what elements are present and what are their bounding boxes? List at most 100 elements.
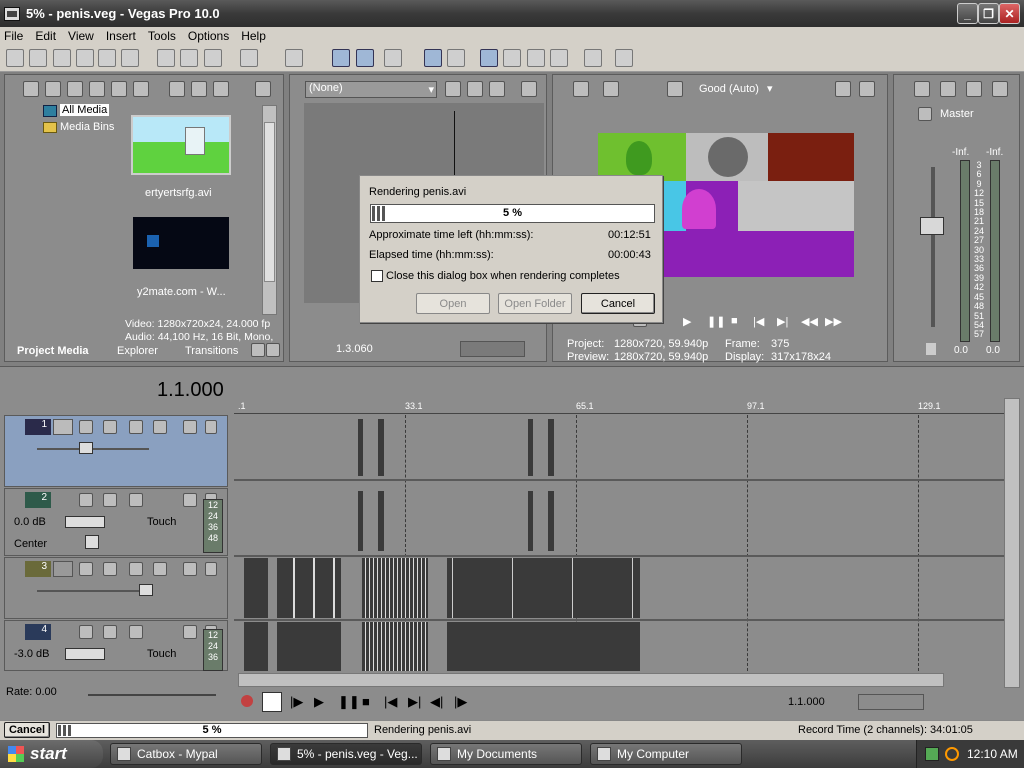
track-3-level-handle[interactable] — [139, 584, 153, 596]
track-3-level-slider[interactable] — [37, 590, 149, 592]
taskbar-item-catbox[interactable]: Catbox - Mypal — [110, 743, 262, 765]
get-media-web-icon[interactable] — [111, 81, 127, 97]
preview-next-frame-icon[interactable]: ▶| — [777, 315, 788, 328]
track-3-motion-icon[interactable] — [79, 562, 93, 576]
track-2-pan-slider[interactable] — [85, 535, 99, 549]
paste-icon[interactable] — [204, 49, 222, 67]
close-button[interactable]: ✕ — [999, 3, 1020, 24]
preview-properties-icon[interactable] — [573, 81, 589, 97]
whats-this-help-icon[interactable] — [615, 49, 633, 67]
preview-pause-icon[interactable]: ❚❚ — [707, 315, 725, 328]
track-3-fx-icon[interactable] — [103, 562, 117, 576]
snap-icon[interactable] — [332, 49, 350, 67]
master-properties-icon[interactable] — [914, 81, 930, 97]
cancel-button[interactable]: Cancel — [581, 293, 655, 314]
media-properties-icon[interactable] — [191, 81, 207, 97]
timeline-horizontal-scrollbar[interactable] — [238, 673, 944, 687]
prev-frame-icon[interactable]: ◀| — [430, 694, 443, 710]
track-4-volume-slider[interactable] — [65, 648, 105, 660]
search-media-icon[interactable] — [133, 81, 149, 97]
trimmer-text-icon[interactable] — [445, 81, 461, 97]
preview-rewind-icon[interactable]: ◀◀ — [801, 315, 818, 328]
auto-crossfade-icon[interactable] — [356, 49, 374, 67]
track-2-fx-icon[interactable] — [129, 493, 143, 507]
extract-audio-icon[interactable] — [89, 81, 105, 97]
tab-explorer[interactable]: Explorer — [117, 345, 158, 357]
restore-button[interactable]: ❐ — [978, 3, 999, 24]
menu-tools[interactable]: Tools — [148, 29, 176, 43]
go-to-end-icon[interactable]: ▶| — [408, 694, 421, 710]
redo-icon[interactable] — [285, 49, 303, 67]
copy-snapshot-icon[interactable] — [835, 81, 851, 97]
track-1-settings-icon[interactable] — [153, 420, 167, 434]
go-to-start-icon[interactable]: |◀ — [384, 694, 397, 710]
tab-transitions[interactable]: Transitions — [185, 345, 238, 357]
close-when-done-checkbox[interactable] — [371, 270, 383, 282]
lock-icon[interactable] — [926, 343, 936, 355]
track-header-2[interactable]: 2 0.0 dB Touch Center 12 24 36 48 — [4, 488, 228, 556]
track-header-4[interactable]: 4 -3.0 dB Touch 12 24 36 — [4, 620, 228, 671]
import-media-icon[interactable] — [23, 81, 39, 97]
preview-prev-frame-icon[interactable]: |◀ — [753, 315, 764, 328]
envelope-tool-icon[interactable] — [503, 49, 521, 67]
cut-icon[interactable] — [157, 49, 175, 67]
trimmer-fx-icon[interactable] — [467, 81, 483, 97]
capture-video-icon[interactable] — [45, 81, 61, 97]
ignore-grouping-icon[interactable] — [447, 49, 465, 67]
track-2-mode[interactable]: Touch — [147, 516, 176, 528]
track-header-1[interactable]: 1 — [4, 415, 228, 487]
master-fader-handle[interactable] — [920, 217, 944, 235]
trimmer-clear-icon[interactable] — [489, 81, 505, 97]
external-monitor-icon[interactable] — [603, 81, 619, 97]
undo-icon[interactable] — [240, 49, 258, 67]
zoom-tool-icon[interactable] — [550, 49, 568, 67]
master-menu-icon[interactable] — [992, 81, 1008, 97]
track-2-invert-icon[interactable] — [103, 493, 117, 507]
play-from-start-icon[interactable]: |▶ — [290, 694, 303, 710]
taskbar-item-my-computer[interactable]: My Computer — [590, 743, 742, 765]
properties-icon[interactable] — [121, 49, 139, 67]
track-4-invert-icon[interactable] — [103, 625, 117, 639]
status-cancel-button[interactable]: Cancel — [4, 722, 50, 738]
preview-quality[interactable]: Good (Auto) — [699, 83, 759, 95]
start-button[interactable]: start — [0, 740, 103, 768]
tab-right-arrow-icon[interactable] — [266, 343, 280, 357]
network-icon[interactable] — [925, 747, 939, 761]
rate-slider[interactable] — [88, 694, 216, 696]
tree-all-media[interactable]: All Media — [60, 104, 110, 116]
normal-edit-tool-icon[interactable] — [480, 49, 498, 67]
track-1-level-slider[interactable] — [37, 448, 149, 450]
timeline-ruler[interactable]: .1 33.1 65.1 97.1 129.1 — [234, 398, 1004, 414]
loop-playback-icon[interactable] — [262, 692, 282, 712]
track-4-mode[interactable]: Touch — [147, 648, 176, 660]
split-screen-icon[interactable] — [667, 81, 683, 97]
tab-project-media[interactable]: Project Media — [17, 345, 89, 357]
open-folder-button[interactable]: Open Folder — [498, 293, 572, 314]
save-as-icon[interactable] — [76, 49, 94, 67]
track-header-3[interactable]: 3 — [4, 557, 228, 619]
track-3-solo-icon[interactable] — [205, 562, 217, 576]
lock-envelopes-icon[interactable] — [424, 49, 442, 67]
record-icon[interactable] — [238, 692, 256, 710]
track-1-composite-icon[interactable] — [129, 420, 143, 434]
auto-ripple-icon[interactable] — [384, 49, 402, 67]
track-3-settings-icon[interactable] — [153, 562, 167, 576]
menu-options[interactable]: Options — [188, 29, 229, 43]
preview-stop-icon[interactable]: ■ — [731, 315, 738, 327]
menu-view[interactable]: View — [68, 29, 94, 43]
tab-left-arrow-icon[interactable] — [251, 343, 265, 357]
play-icon[interactable]: ▶ — [314, 694, 324, 710]
selection-tool-icon[interactable] — [527, 49, 545, 67]
track-3-mute-icon[interactable] — [183, 562, 197, 576]
menu-edit[interactable]: Edit — [35, 29, 56, 43]
copy-icon[interactable] — [180, 49, 198, 67]
open-button[interactable]: Open — [416, 293, 490, 314]
track-3-composite-icon[interactable] — [129, 562, 143, 576]
views-icon[interactable] — [255, 81, 271, 97]
track-4-mute-icon[interactable] — [183, 625, 197, 639]
menu-insert[interactable]: Insert — [106, 29, 136, 43]
track-2-record-icon[interactable] — [79, 493, 93, 507]
media-thumbnail-2[interactable] — [133, 217, 229, 269]
track-1-fx-icon[interactable] — [103, 420, 117, 434]
preview-play-icon[interactable]: ▶ — [683, 315, 691, 328]
